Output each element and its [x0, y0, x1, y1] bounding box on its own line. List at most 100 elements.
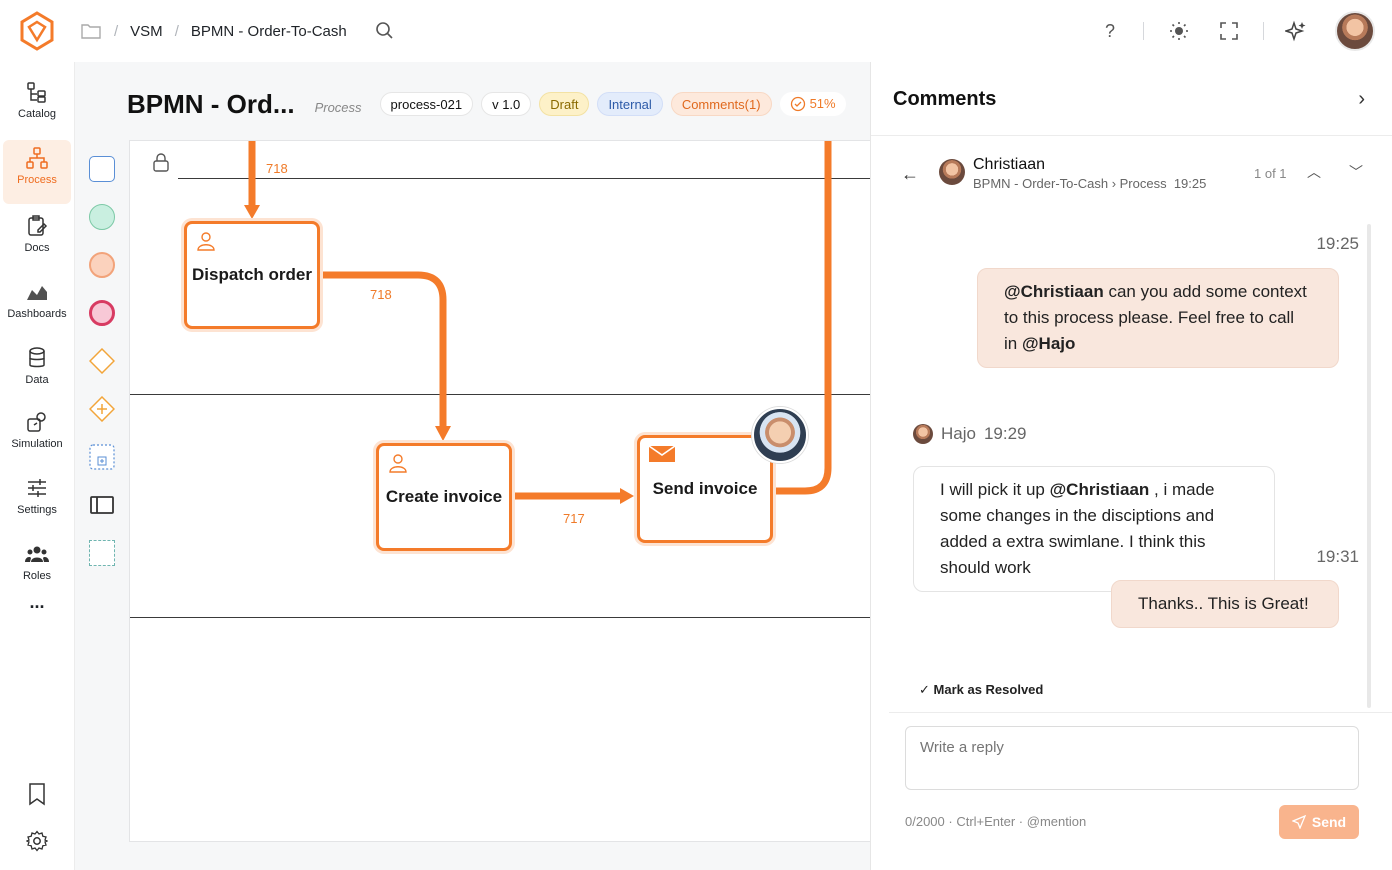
scrollbar[interactable] — [1367, 224, 1371, 708]
nav-dashboards[interactable]: Dashboards — [0, 274, 74, 338]
theme-icon[interactable] — [1168, 20, 1190, 42]
message-list: 19:25 @Christiaan can you add some conte… — [889, 210, 1373, 710]
breadcrumb-separator: / — [174, 22, 179, 40]
nav-catalog[interactable]: Catalog — [0, 74, 74, 138]
gateway-tool[interactable] — [89, 348, 115, 374]
message-time: 19:31 — [1316, 547, 1359, 566]
intermediate-event-tool[interactable] — [89, 252, 115, 278]
nav-label: Catalog — [18, 108, 56, 120]
nav-label: Docs — [24, 242, 50, 254]
avatar — [913, 424, 933, 444]
version-chip[interactable]: v 1.0 — [481, 92, 532, 116]
simulation-icon — [27, 412, 46, 432]
user-avatar[interactable] — [1335, 11, 1375, 51]
comments-header: Comments › — [871, 62, 1392, 136]
process-type: Process — [314, 99, 362, 115]
progress-value: 51% — [809, 96, 836, 111]
task-send-invoice[interactable]: Send invoice — [637, 435, 773, 543]
user-task-icon — [197, 232, 215, 251]
flow-label: 718 — [370, 287, 392, 302]
nav-label: Settings — [17, 504, 57, 516]
breadcrumb-separator: / — [114, 22, 119, 40]
message-author-row: Hajo 19:29 — [913, 424, 1027, 444]
resolve-label: Mark as Resolved — [933, 682, 1044, 697]
pool-tool[interactable] — [89, 492, 115, 518]
nav-label: Simulation — [11, 438, 63, 450]
end-event-tool[interactable] — [89, 300, 115, 326]
reply-input[interactable] — [905, 726, 1359, 790]
flow-label: 717 — [563, 511, 585, 526]
catalog-icon — [27, 82, 46, 103]
app-logo[interactable] — [18, 10, 56, 52]
process-id-chip[interactable]: process-021 — [379, 92, 474, 116]
divider — [1263, 22, 1264, 40]
editor-area: BPMN - Ord... Process process-021 v 1.0 … — [74, 62, 872, 870]
top-bar: / VSM / BPMN - Order-To-Cash ? — [0, 0, 1392, 62]
comments-badge[interactable]: Comments(1) — [670, 92, 772, 116]
parallel-gateway-tool[interactable] — [89, 396, 115, 422]
nav-process[interactable]: Process — [3, 140, 71, 204]
back-arrow-icon[interactable]: ← — [901, 164, 919, 185]
send-message-icon — [648, 445, 676, 462]
progress-badge[interactable]: 51% — [779, 92, 846, 116]
thread-counter: 1 of 1 — [1254, 166, 1287, 181]
check-circle-icon — [790, 96, 805, 112]
send-icon — [1291, 815, 1306, 829]
visibility-badge[interactable]: Internal — [597, 92, 663, 116]
sliders-icon — [28, 479, 46, 497]
thread-context: BPMN - Order-To-Cash › Process 19:25 — [973, 176, 1207, 191]
thread-author: Christiaan — [973, 156, 1046, 173]
send-button[interactable]: Send — [1279, 805, 1359, 839]
help-icon[interactable]: ? — [1099, 20, 1121, 42]
left-nav: Catalog Process Docs Dashboards Data Sim… — [0, 62, 74, 870]
send-label: Send — [1311, 814, 1347, 830]
task-label: Send invoice — [652, 479, 758, 498]
task-dispatch-order[interactable]: Dispatch order — [184, 221, 320, 329]
divider — [889, 712, 1392, 713]
flow-label: 718 — [266, 161, 288, 176]
chevron-up-icon[interactable]: ︿ — [1307, 162, 1321, 182]
message-bubble-mine: @Christiaan can you add some context to … — [977, 268, 1339, 368]
search-icon[interactable] — [374, 20, 396, 42]
task-label: Create invoice — [385, 487, 503, 506]
nav-label: Dashboards — [7, 308, 67, 320]
breadcrumb-current[interactable]: BPMN - Order-To-Cash — [191, 23, 347, 40]
dashboards-icon — [27, 286, 47, 300]
status-badge[interactable]: Draft — [539, 92, 590, 116]
group-tool[interactable] — [89, 540, 115, 566]
comments-title: Comments — [893, 88, 997, 110]
task-create-invoice[interactable]: Create invoice — [376, 443, 512, 551]
thread-header: ← Christiaan BPMN - Order-To-Cash › Proc… — [871, 136, 1392, 210]
chevron-right-icon[interactable]: › — [1358, 88, 1365, 111]
comments-panel: Comments › ← Christiaan BPMN - Order-To-… — [870, 62, 1392, 870]
nav-roles[interactable]: Roles — [0, 536, 74, 600]
nav-more-button[interactable]: ... — [0, 592, 74, 656]
nav-docs[interactable]: Docs — [0, 208, 74, 272]
editor-background: BPMN - Ord... Process process-021 v 1.0 … — [74, 62, 872, 870]
ai-sparkle-icon[interactable] — [1285, 20, 1307, 42]
bookmark-icon[interactable] — [26, 782, 48, 806]
chevron-down-icon[interactable]: ﹀ — [1349, 162, 1363, 182]
folder-icon[interactable] — [80, 20, 102, 42]
shape-palette: › — [75, 140, 129, 870]
nav-label: Roles — [22, 570, 52, 582]
roles-icon — [25, 546, 49, 562]
fullscreen-icon[interactable] — [1218, 20, 1240, 42]
docs-icon — [28, 215, 48, 236]
breadcrumb-vsm[interactable]: VSM — [130, 23, 163, 40]
subprocess-tool[interactable] — [89, 444, 115, 470]
assignee-avatar[interactable] — [752, 407, 808, 463]
nav-label: Process — [17, 174, 57, 186]
start-event-tool[interactable] — [89, 204, 115, 230]
message-bubble-mine: Thanks.. This is Great! — [1111, 580, 1339, 628]
nav-settings[interactable]: Settings — [0, 470, 74, 534]
page-title: BPMN - Ord... — [127, 88, 295, 119]
nav-simulation[interactable]: Simulation — [0, 404, 74, 468]
mark-resolved-button[interactable]: ✓ Mark as Resolved — [919, 682, 1043, 698]
bpmn-canvas[interactable]: 718 718 717 Dispatch order Create invoic… — [129, 140, 872, 842]
avatar — [939, 159, 965, 185]
nav-data[interactable]: Data — [0, 340, 74, 404]
divider — [1143, 22, 1144, 40]
task-shape-tool[interactable] — [89, 156, 115, 182]
gear-icon[interactable] — [26, 830, 48, 852]
